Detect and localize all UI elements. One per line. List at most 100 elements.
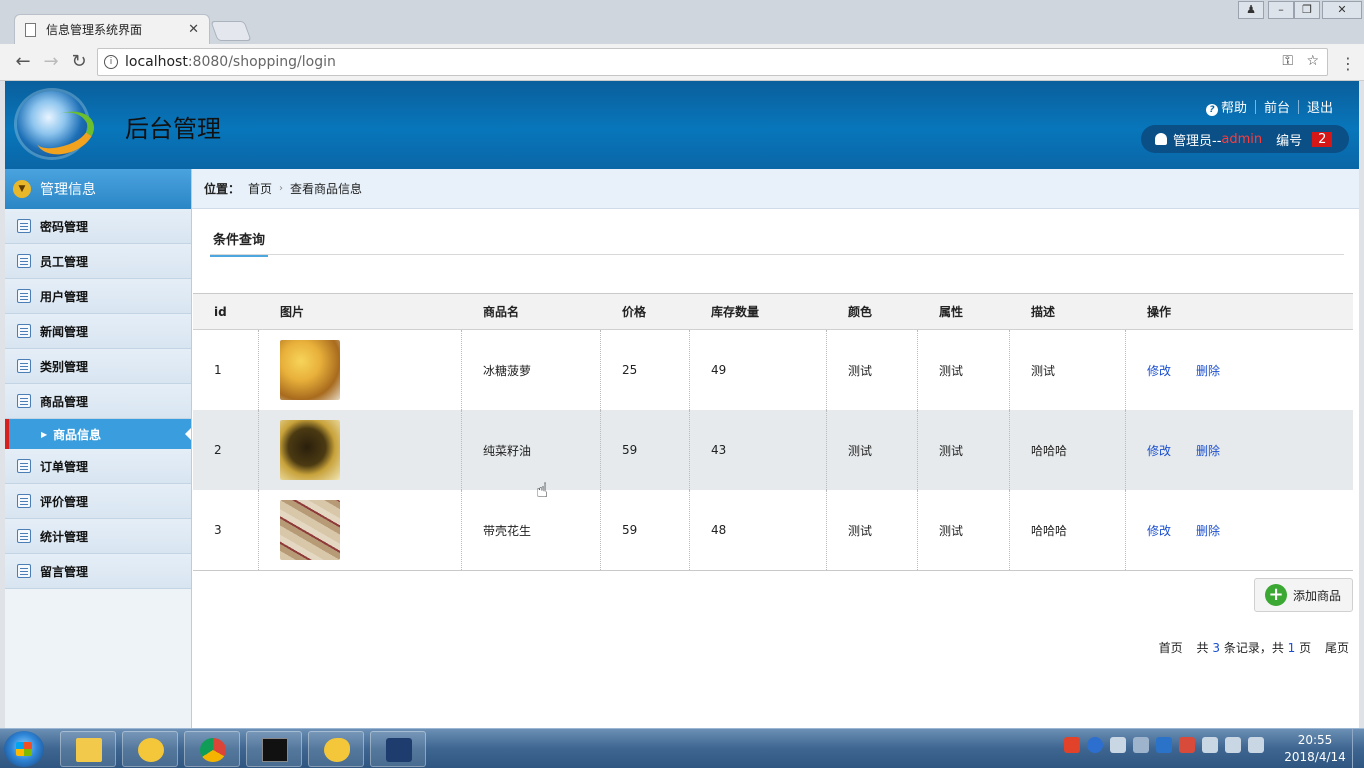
sidebar-item-products[interactable]: 商品管理 [5, 384, 191, 419]
sidebar-item-users[interactable]: 用户管理 [5, 279, 191, 314]
taskbar-app-duck[interactable] [308, 731, 364, 767]
sidebar-item-category[interactable]: 类别管理 [5, 349, 191, 384]
sidebar-item-password[interactable]: 密码管理 [5, 209, 191, 244]
table-header: id 图片 商品名 价格 库存数量 颜色 属性 描述 操作 [193, 294, 1353, 330]
col-header: 操作 [1147, 305, 1172, 319]
network-icon[interactable] [1225, 737, 1241, 753]
last-page-link[interactable]: 尾页 [1325, 641, 1349, 655]
taskbar-qq-music[interactable] [122, 731, 178, 767]
taskbar-cmd[interactable] [246, 731, 302, 767]
cell-desc: 测试 [1010, 330, 1126, 410]
plus-icon: + [1265, 584, 1287, 606]
sidebar-item-messages[interactable]: 留言管理 [5, 554, 191, 589]
back-icon[interactable]: ← [12, 52, 34, 72]
col-header: 属性 [939, 305, 964, 319]
user-name: admin [1221, 131, 1263, 147]
sidebar-item-label: 类别管理 [40, 359, 89, 374]
site-info-icon[interactable]: i [104, 55, 118, 69]
sidebar-item-statistics[interactable]: 统计管理 [5, 519, 191, 554]
app-title: 后台管理 [125, 115, 221, 143]
page-icon [25, 22, 36, 37]
add-product-button[interactable]: + 添加商品 [1254, 578, 1353, 612]
delete-link[interactable]: 删除 [1196, 362, 1220, 379]
delete-link[interactable]: 删除 [1196, 522, 1220, 539]
user-label: 管理员-- [1173, 133, 1222, 149]
front-link[interactable]: 前台 [1256, 97, 1298, 116]
reload-icon[interactable]: ↻ [68, 52, 90, 72]
breadcrumb-home[interactable]: 首页 [248, 180, 272, 197]
sogou-icon[interactable] [1064, 737, 1080, 753]
cell-image [259, 490, 462, 570]
help-tray-icon[interactable] [1087, 737, 1103, 753]
cell-name: 冰糖菠萝 [462, 330, 601, 410]
maximize-button[interactable]: ❐ [1294, 1, 1320, 19]
tray-icon[interactable] [1110, 737, 1126, 753]
url-host: localhost [125, 54, 188, 70]
tab-close-icon[interactable]: ✕ [188, 22, 199, 37]
edit-link[interactable]: 修改 [1147, 362, 1171, 379]
minimize-button[interactable]: – [1268, 1, 1294, 19]
sidebar-subitem-product-info[interactable]: ▶ 商品信息 [5, 419, 191, 449]
bookmark-star-icon[interactable]: ☆ [1306, 53, 1319, 69]
list-icon [17, 459, 31, 473]
browser-titlebar: 信息管理系统界面 ✕ ♟ – ❐ ✕ [0, 0, 1364, 44]
window-close-button[interactable]: ✕ [1322, 1, 1362, 19]
profile-icon[interactable]: ♟ [1238, 1, 1264, 19]
delete-link[interactable]: 删除 [1196, 442, 1220, 459]
clock[interactable]: 20:55 2018/4/14 [1280, 732, 1350, 766]
list-icon [17, 219, 31, 233]
edit-link[interactable]: 修改 [1147, 522, 1171, 539]
sidebar-item-label: 评价管理 [40, 494, 89, 509]
breadcrumb-current: 查看商品信息 [290, 182, 363, 196]
flag-icon[interactable] [1179, 737, 1195, 753]
cell-actions: 修改 删除 [1126, 330, 1352, 410]
shield-icon[interactable] [1156, 737, 1172, 753]
sidebar-header[interactable]: ▼ 管理信息 [5, 169, 191, 209]
tab-condition-query[interactable]: 条件查询 [210, 227, 269, 257]
taskbar-app-eight[interactable] [370, 731, 426, 767]
tab-title: 信息管理系统界面 [46, 23, 143, 37]
cell-price: 59 [601, 490, 690, 570]
product-image-peanut [280, 500, 340, 560]
key-icon[interactable]: ⚿ [1282, 53, 1293, 69]
browser-menu-icon[interactable]: ⋮ [1340, 54, 1356, 73]
col-header: 价格 [622, 305, 647, 319]
first-page-link[interactable]: 首页 [1159, 641, 1183, 655]
cell-id: 1 [193, 330, 259, 410]
duck-icon [324, 738, 350, 762]
help-link[interactable]: ? 帮助 [1198, 97, 1255, 116]
cell-attr: 测试 [918, 330, 1010, 410]
taskbar-explorer[interactable] [60, 731, 116, 767]
caret-right-icon: ▶ [41, 429, 48, 439]
col-header: 图片 [280, 305, 305, 319]
cell-attr: 测试 [918, 490, 1010, 570]
start-button[interactable] [4, 731, 44, 767]
device-icon[interactable] [1202, 737, 1218, 753]
address-bar[interactable]: i localhost:8080/shopping/login ⚿ ☆ [97, 48, 1328, 76]
product-image-oil [280, 420, 340, 480]
new-tab-button[interactable] [210, 21, 252, 41]
forward-icon[interactable]: → [40, 52, 62, 72]
list-icon [17, 564, 31, 578]
pagination: 首页 共 3 条记录，共 1 页 尾页 [1159, 639, 1349, 656]
sidebar-item-news[interactable]: 新闻管理 [5, 314, 191, 349]
col-header: 库存数量 [711, 305, 760, 319]
url-path: :8080/shopping/login [187, 54, 336, 70]
sidebar-item-label: 统计管理 [40, 529, 89, 544]
cell-desc: 哈哈哈 [1010, 410, 1126, 490]
logout-link[interactable]: 退出 [1299, 97, 1341, 116]
show-desktop-button[interactable] [1352, 729, 1364, 768]
tray-expand-icon[interactable] [1133, 737, 1149, 753]
volume-icon[interactable] [1248, 737, 1264, 753]
windows-logo-icon [16, 742, 32, 756]
list-icon [17, 254, 31, 268]
sidebar-item-orders[interactable]: 订单管理 [5, 449, 191, 484]
user-icon [1155, 133, 1167, 145]
col-header: id [214, 304, 227, 319]
sidebar-item-staff[interactable]: 员工管理 [5, 244, 191, 279]
taskbar-chrome[interactable] [184, 731, 240, 767]
edit-link[interactable]: 修改 [1147, 442, 1171, 459]
cell-name: 纯菜籽油 [462, 410, 601, 490]
sidebar-item-reviews[interactable]: 评价管理 [5, 484, 191, 519]
browser-tab[interactable]: 信息管理系统界面 ✕ [14, 14, 210, 44]
